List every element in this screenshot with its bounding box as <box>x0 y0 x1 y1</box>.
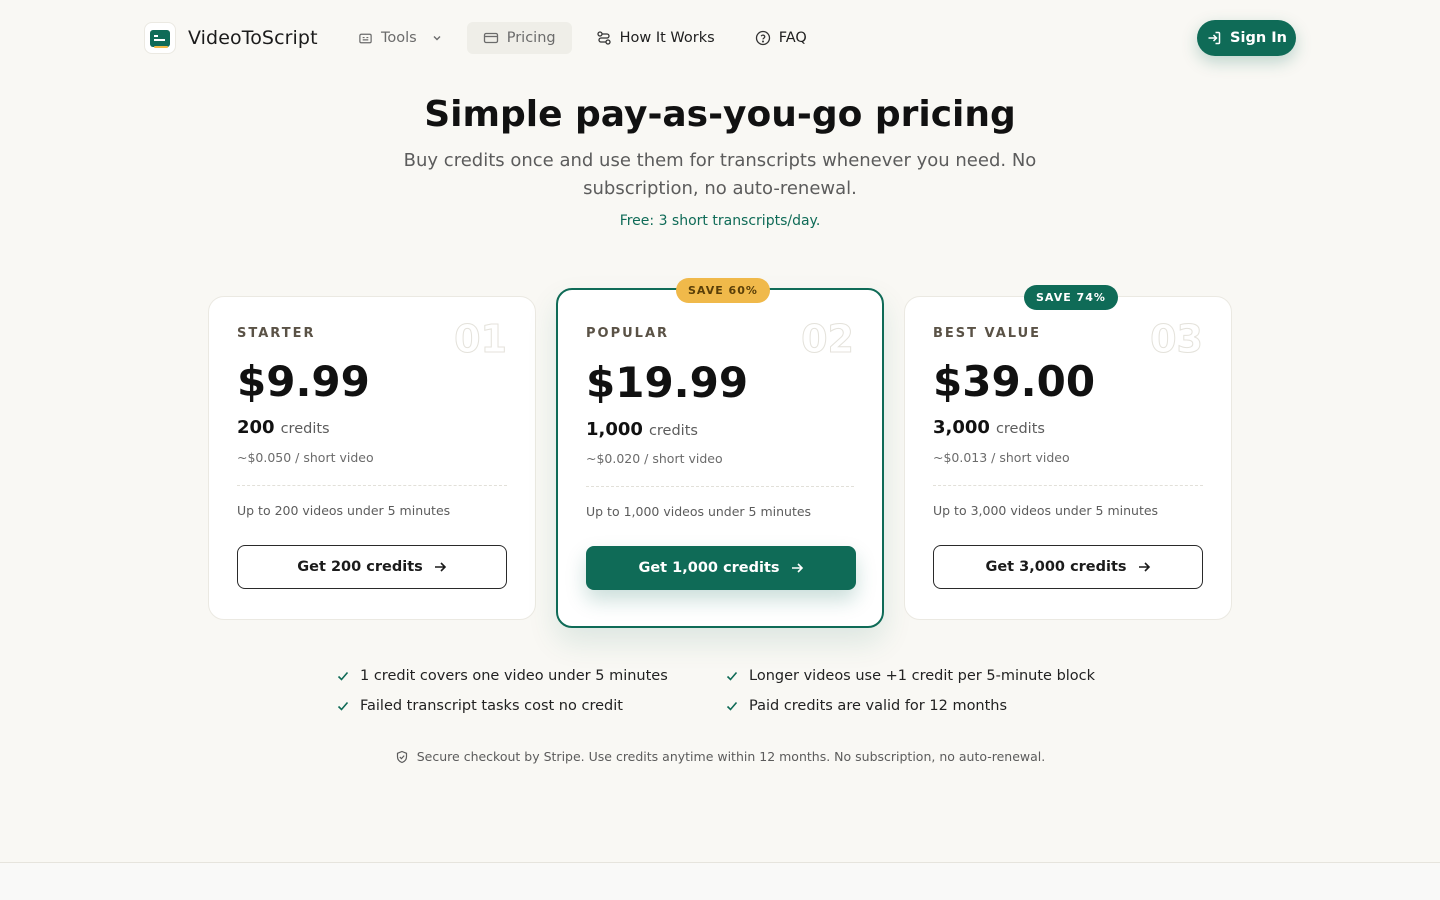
divider <box>237 485 507 486</box>
plan-tier: POPULAR <box>586 326 670 341</box>
nav-faq[interactable]: FAQ <box>739 22 823 54</box>
main-nav: Tools Pricing How It Works FAQ <box>342 22 823 54</box>
check-icon <box>337 671 349 681</box>
note-text: 1 credit covers one video under 5 minute… <box>360 668 668 684</box>
help-circle-icon <box>755 30 770 46</box>
divider <box>933 485 1203 486</box>
plan-credits: 1,000 credits <box>585 419 698 441</box>
plan-per-video: ~$0.020 / short video <box>586 451 723 466</box>
note-text: Failed transcript tasks cost no credit <box>360 698 623 714</box>
get-1000-credits-button[interactable]: Get 1,000 credits <box>586 546 856 590</box>
plan-feature: Up to 1,000 videos under 5 minutes <box>586 504 812 519</box>
nav-faq-label: FAQ <box>778 30 807 46</box>
plan-per-video: ~$0.013 / short video <box>933 450 1070 465</box>
note-text: Longer videos use +1 credit per 5-minute… <box>749 668 1096 684</box>
chevron-down-icon <box>433 36 441 41</box>
plan-tier: BEST VALUE <box>933 326 1042 341</box>
pricing-note: Paid credits are valid for 12 months <box>725 698 1007 714</box>
check-icon <box>337 701 349 711</box>
plan-feature: Up to 200 videos under 5 minutes <box>237 503 451 518</box>
brand-link[interactable]: VideoToScript <box>144 22 318 54</box>
workflow-icon <box>596 31 611 45</box>
plan-credits: 200 credits <box>236 417 330 439</box>
plan-card-starter: STARTER 01 $9.99 200 credits ~$0.050 / s… <box>208 296 536 620</box>
log-in-icon <box>1208 31 1221 45</box>
plan-credit-count: 200 <box>236 417 276 439</box>
logo-icon <box>144 22 176 54</box>
pricing-note: 1 credit covers one video under 5 minute… <box>336 668 668 684</box>
plan-tier: STARTER <box>237 326 316 341</box>
get-200-credits-button[interactable]: Get 200 credits <box>237 545 507 589</box>
plan-credit-label: credits <box>280 421 330 437</box>
shield-check-icon <box>396 750 407 763</box>
plan-credit-label: credits <box>995 421 1045 437</box>
page-title: Simple pay-as-you-go pricing <box>424 94 1016 135</box>
footer <box>0 862 1440 900</box>
plan-number: 03 <box>1150 317 1204 362</box>
nav-pricing-label: Pricing <box>506 30 556 46</box>
cta-label: Get 3,000 credits <box>985 559 1127 575</box>
top-navigation: VideoToScript Tools Pricing How It Works… <box>0 0 1440 76</box>
caption-icon <box>359 33 372 43</box>
secure-checkout-note: Secure checkout by Stripe. Use credits a… <box>0 749 1440 764</box>
nav-how-it-works-label: How It Works <box>619 30 715 46</box>
save-badge: SAVE 74% <box>1024 285 1118 310</box>
get-3000-credits-button[interactable]: Get 3,000 credits <box>933 545 1203 589</box>
plan-price: $9.99 <box>237 357 370 406</box>
secure-text: Secure checkout by Stripe. Use credits a… <box>416 749 1046 764</box>
arrow-right-icon <box>791 563 803 573</box>
plan-credit-count: 1,000 <box>585 419 644 441</box>
plan-price: $19.99 <box>586 358 749 407</box>
pricing-note: Failed transcript tasks cost no credit <box>336 698 623 714</box>
nav-how-it-works[interactable]: How It Works <box>580 22 731 54</box>
cta-label: Get 1,000 credits <box>638 560 780 576</box>
check-icon <box>726 671 738 681</box>
plan-per-video: ~$0.050 / short video <box>237 450 374 465</box>
nav-tools-label: Tools <box>381 30 417 46</box>
plan-credit-count: 3,000 <box>932 417 991 439</box>
check-icon <box>726 701 738 711</box>
plan-price: $39.00 <box>933 357 1096 406</box>
plan-card-best-value: BEST VALUE 03 $39.00 3,000 credits ~$0.0… <box>904 296 1232 620</box>
page-subtitle: Buy credits once and use them for transc… <box>403 150 1037 199</box>
plan-card-popular: POPULAR 02 $19.99 1,000 credits ~$0.020 … <box>556 288 884 628</box>
arrow-right-icon <box>434 562 446 572</box>
arrow-right-icon <box>1138 562 1150 572</box>
note-text: Paid credits are valid for 12 months <box>749 698 1008 714</box>
plan-credit-label: credits <box>648 423 698 439</box>
plan-feature: Up to 3,000 videos under 5 minutes <box>933 503 1159 518</box>
sign-in-button[interactable]: Sign In <box>1197 20 1296 56</box>
plan-credits: 3,000 credits <box>932 417 1045 439</box>
credit-card-icon <box>483 32 498 44</box>
pricing-note: Longer videos use +1 credit per 5-minute… <box>725 668 1095 684</box>
plan-number: 02 <box>801 317 855 362</box>
save-badge: SAVE 60% <box>676 278 770 303</box>
nav-tools-dropdown[interactable]: Tools <box>342 22 459 54</box>
free-tier-note: Free: 3 short transcripts/day. <box>619 213 821 229</box>
cta-label: Get 200 credits <box>297 559 423 575</box>
divider <box>586 486 854 487</box>
brand-name: VideoToScript <box>188 27 318 49</box>
plan-number: 01 <box>454 317 508 362</box>
nav-pricing[interactable]: Pricing <box>466 22 572 54</box>
sign-in-label: Sign In <box>1230 30 1287 46</box>
